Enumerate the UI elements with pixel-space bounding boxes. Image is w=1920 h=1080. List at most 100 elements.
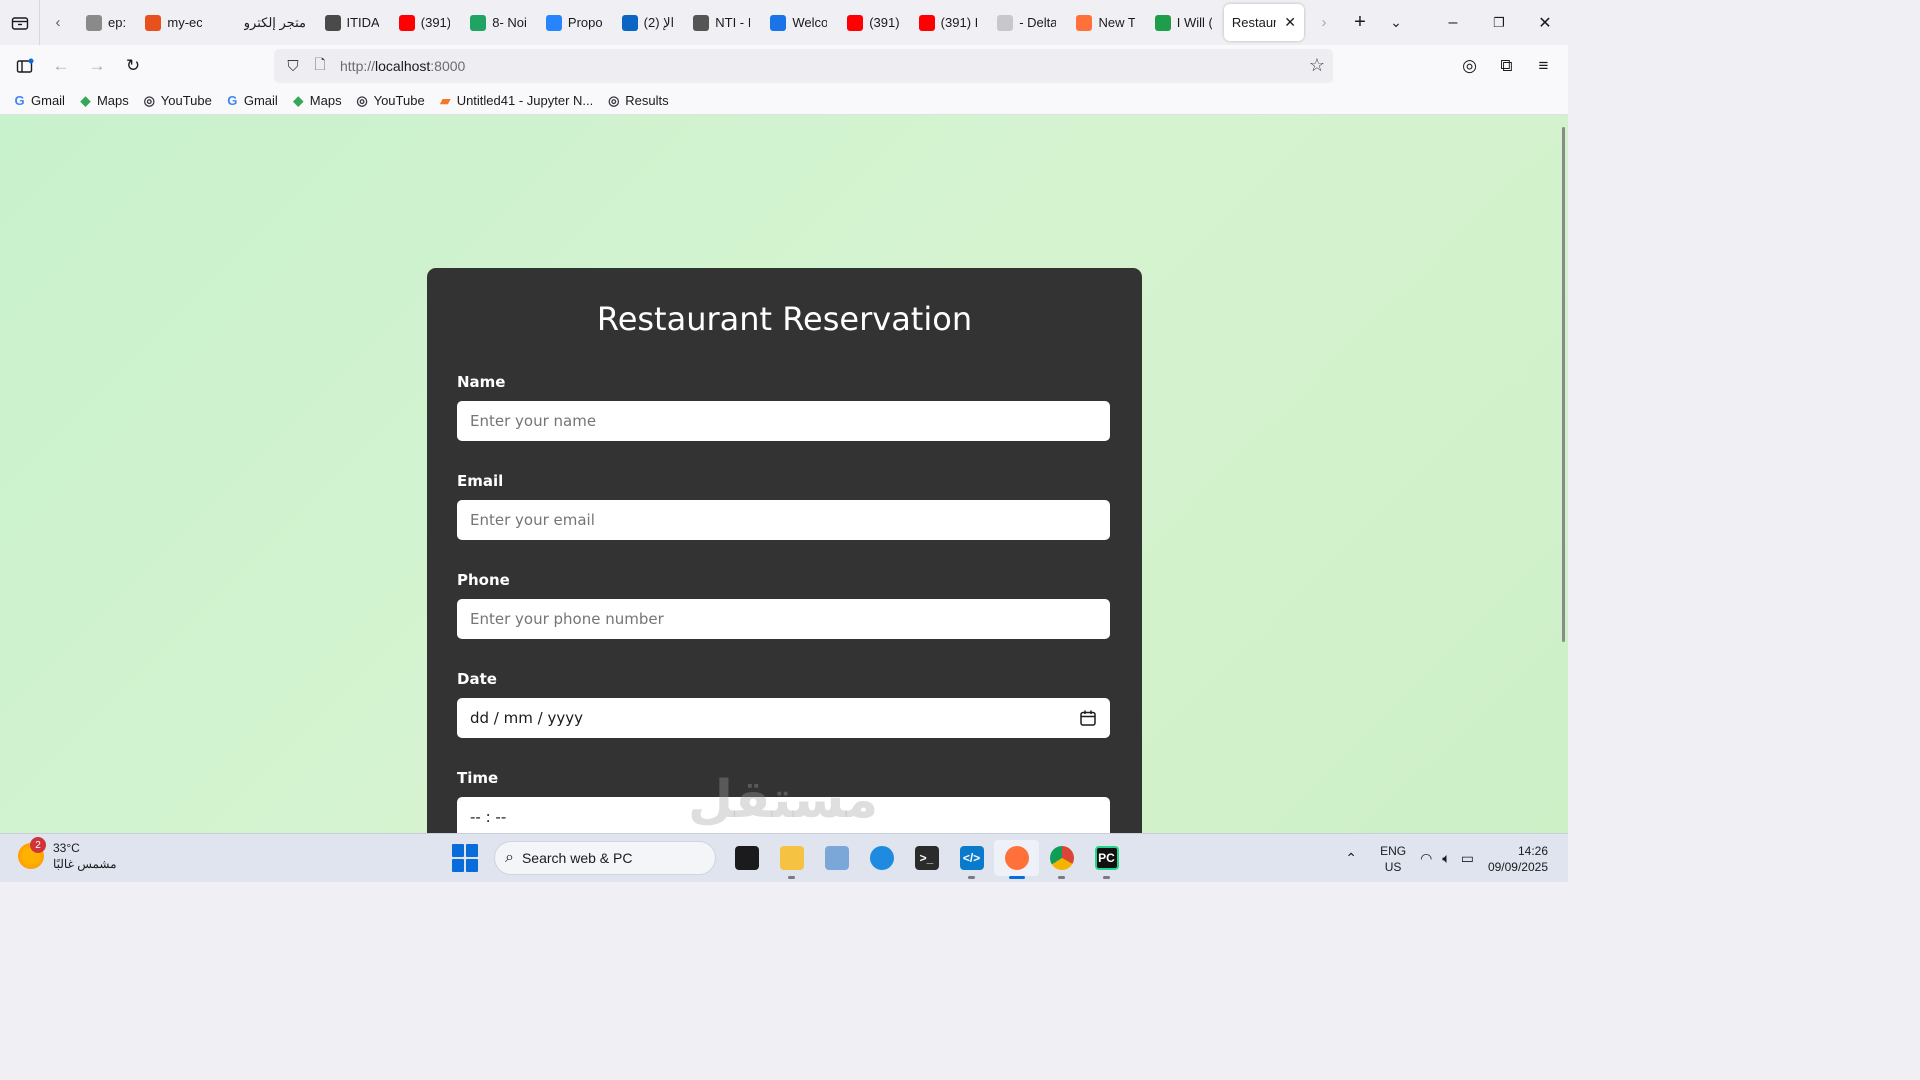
running-indicator: [1103, 876, 1110, 879]
task-view-icon: [734, 846, 759, 870]
google-icon: G: [227, 93, 238, 108]
close-window-button[interactable]: ✕: [1522, 0, 1568, 45]
wifi-icon: ◠: [1420, 850, 1433, 866]
bookmark-star-icon[interactable]: ☆: [1309, 55, 1325, 76]
tab[interactable]: I Will (: [1147, 4, 1220, 41]
tab[interactable]: (2) الإ: [614, 4, 682, 41]
taskbar-chrome[interactable]: [1039, 840, 1084, 879]
tab[interactable]: (391): [839, 4, 906, 41]
forward-button[interactable]: →: [79, 50, 115, 82]
bookmark-item[interactable]: G Gmail: [12, 93, 65, 108]
hamburger-menu-icon: ≡: [1538, 56, 1549, 75]
taskbar-file-explorer[interactable]: [769, 840, 814, 879]
chrome-icon: [1049, 846, 1074, 870]
close-tab-icon[interactable]: ✕: [1284, 14, 1296, 31]
running-indicator: [968, 876, 975, 879]
minimize-icon: –: [1448, 13, 1458, 31]
list-all-tabs-button[interactable]: ⌄: [1378, 5, 1414, 41]
system-tray: ⌃ ENG US ◠ 🔈︎ ▭ 14:26 09/09/2025: [1336, 834, 1568, 883]
taskbar-firefox[interactable]: [994, 840, 1039, 879]
tab-title: Welco: [792, 15, 828, 30]
tab[interactable]: ep:: [78, 4, 133, 41]
folder-icon: [779, 846, 804, 870]
bookmark-item[interactable]: ◆ Maps: [291, 92, 341, 109]
show-hidden-icons-button[interactable]: ⌃: [1336, 850, 1366, 867]
bookmark-label: Maps: [96, 93, 129, 108]
bookmark-item[interactable]: ◆ Maps: [78, 92, 129, 109]
url-scheme: http://: [340, 58, 376, 74]
reload-button[interactable]: ↻: [115, 50, 151, 82]
sidebar-toggle-button[interactable]: [7, 50, 43, 82]
account-icon: ◎: [1462, 56, 1477, 75]
date-label: Date: [457, 670, 497, 688]
bookmark-item[interactable]: ◎ Results: [606, 93, 669, 109]
minimize-button[interactable]: –: [1430, 0, 1476, 45]
phone-input[interactable]: [457, 599, 1110, 639]
tab[interactable]: my-ec: [137, 4, 209, 41]
email-label: Email: [457, 472, 504, 490]
address-bar[interactable]: ⛉ 🗋 http://localhost:8000 ☆: [274, 49, 1333, 83]
clock[interactable]: 14:26 09/09/2025: [1488, 843, 1548, 875]
maps-icon: ◆: [293, 92, 304, 108]
extensions-button[interactable]: ⧉: [1488, 50, 1525, 82]
back-button[interactable]: ←: [43, 50, 79, 82]
tab[interactable]: - Delta: [989, 4, 1064, 41]
taskbar-vscode[interactable]: </>: [949, 840, 994, 879]
account-button[interactable]: ◎: [1451, 50, 1488, 82]
tab[interactable]: New T: [1068, 4, 1142, 41]
start-button[interactable]: [452, 844, 480, 872]
puzzle-icon: ⧉: [1500, 56, 1513, 75]
tab-strip: ‹ ep: my-ec متجر إلكترو ITIDA (391) 8- Noi Pro…: [0, 0, 1568, 45]
taskbar-search[interactable]: ⌕ Search web & PC: [494, 841, 716, 875]
tab-overview-button[interactable]: [0, 0, 40, 45]
tab-title: (2) الإ: [643, 14, 674, 30]
taskbar-pycharm[interactable]: PC: [1084, 840, 1129, 879]
name-input[interactable]: [457, 401, 1110, 441]
email-input[interactable]: [457, 500, 1110, 540]
page-title: Restaurant Reservation: [596, 300, 973, 338]
page-info-icon[interactable]: 🗋: [308, 54, 332, 78]
tab-icon: [86, 14, 102, 31]
tab-title: New T: [1098, 15, 1135, 30]
close-icon: ✕: [1538, 14, 1552, 32]
tab[interactable]: Propo: [538, 4, 610, 41]
calendar-icon[interactable]: [1079, 709, 1097, 727]
new-tab-button[interactable]: +: [1342, 5, 1378, 41]
windows-logo-icon: [452, 844, 464, 857]
taskbar-terminal[interactable]: >_: [904, 840, 949, 876]
tab-active[interactable]: Restaur ✕: [1223, 4, 1304, 41]
tab[interactable]: (391) I: [911, 4, 986, 41]
chevron-right-icon: ›: [1321, 14, 1327, 31]
taskbar-edge[interactable]: [859, 840, 904, 876]
restore-button[interactable]: ❐: [1476, 0, 1522, 45]
taskbar-task-view[interactable]: [724, 840, 769, 876]
tabs-scroll-left-button[interactable]: ‹: [40, 5, 76, 41]
taskbar-files[interactable]: [814, 840, 859, 876]
bookmark-item[interactable]: ◎ YouTube: [355, 93, 424, 109]
bookmark-item[interactable]: ▰ Untitled41 - Jupyter N...: [438, 93, 593, 109]
tab[interactable]: متجر إلكترو: [214, 4, 313, 41]
search-icon: ⌕: [505, 849, 514, 866]
tab[interactable]: NTI - I: [685, 4, 758, 41]
quick-settings[interactable]: ◠ 🔈︎ ▭: [1420, 850, 1474, 867]
input-language[interactable]: ENG US: [1380, 843, 1406, 875]
bookmark-label: YouTube: [160, 93, 212, 108]
tab[interactable]: ITIDA: [317, 4, 387, 41]
tracking-protection-icon[interactable]: ⛉: [278, 58, 308, 75]
tab[interactable]: (391): [391, 4, 458, 41]
maps-icon: ◆: [80, 92, 91, 108]
tab[interactable]: Welco: [762, 4, 835, 41]
url-text[interactable]: http://localhost:8000: [340, 58, 465, 74]
weather-widget[interactable]: 2 33°C مشمس غالبًا: [18, 837, 117, 872]
bookmark-item[interactable]: G Gmail: [225, 93, 278, 108]
tab[interactable]: 8- Noi: [462, 4, 534, 41]
arrow-left-icon: ←: [52, 56, 70, 75]
tab-title: 8- Noi: [492, 15, 526, 30]
page-scrollbar[interactable]: [1562, 127, 1565, 642]
tab-title: ITIDA: [346, 15, 379, 30]
bookmark-item[interactable]: ◎ YouTube: [142, 93, 212, 109]
tabs-scroll-right-button[interactable]: ›: [1306, 5, 1342, 41]
date-input[interactable]: dd / mm / yyyy: [457, 698, 1110, 738]
menu-button[interactable]: ≡: [1525, 50, 1562, 82]
youtube-icon: [398, 14, 415, 31]
